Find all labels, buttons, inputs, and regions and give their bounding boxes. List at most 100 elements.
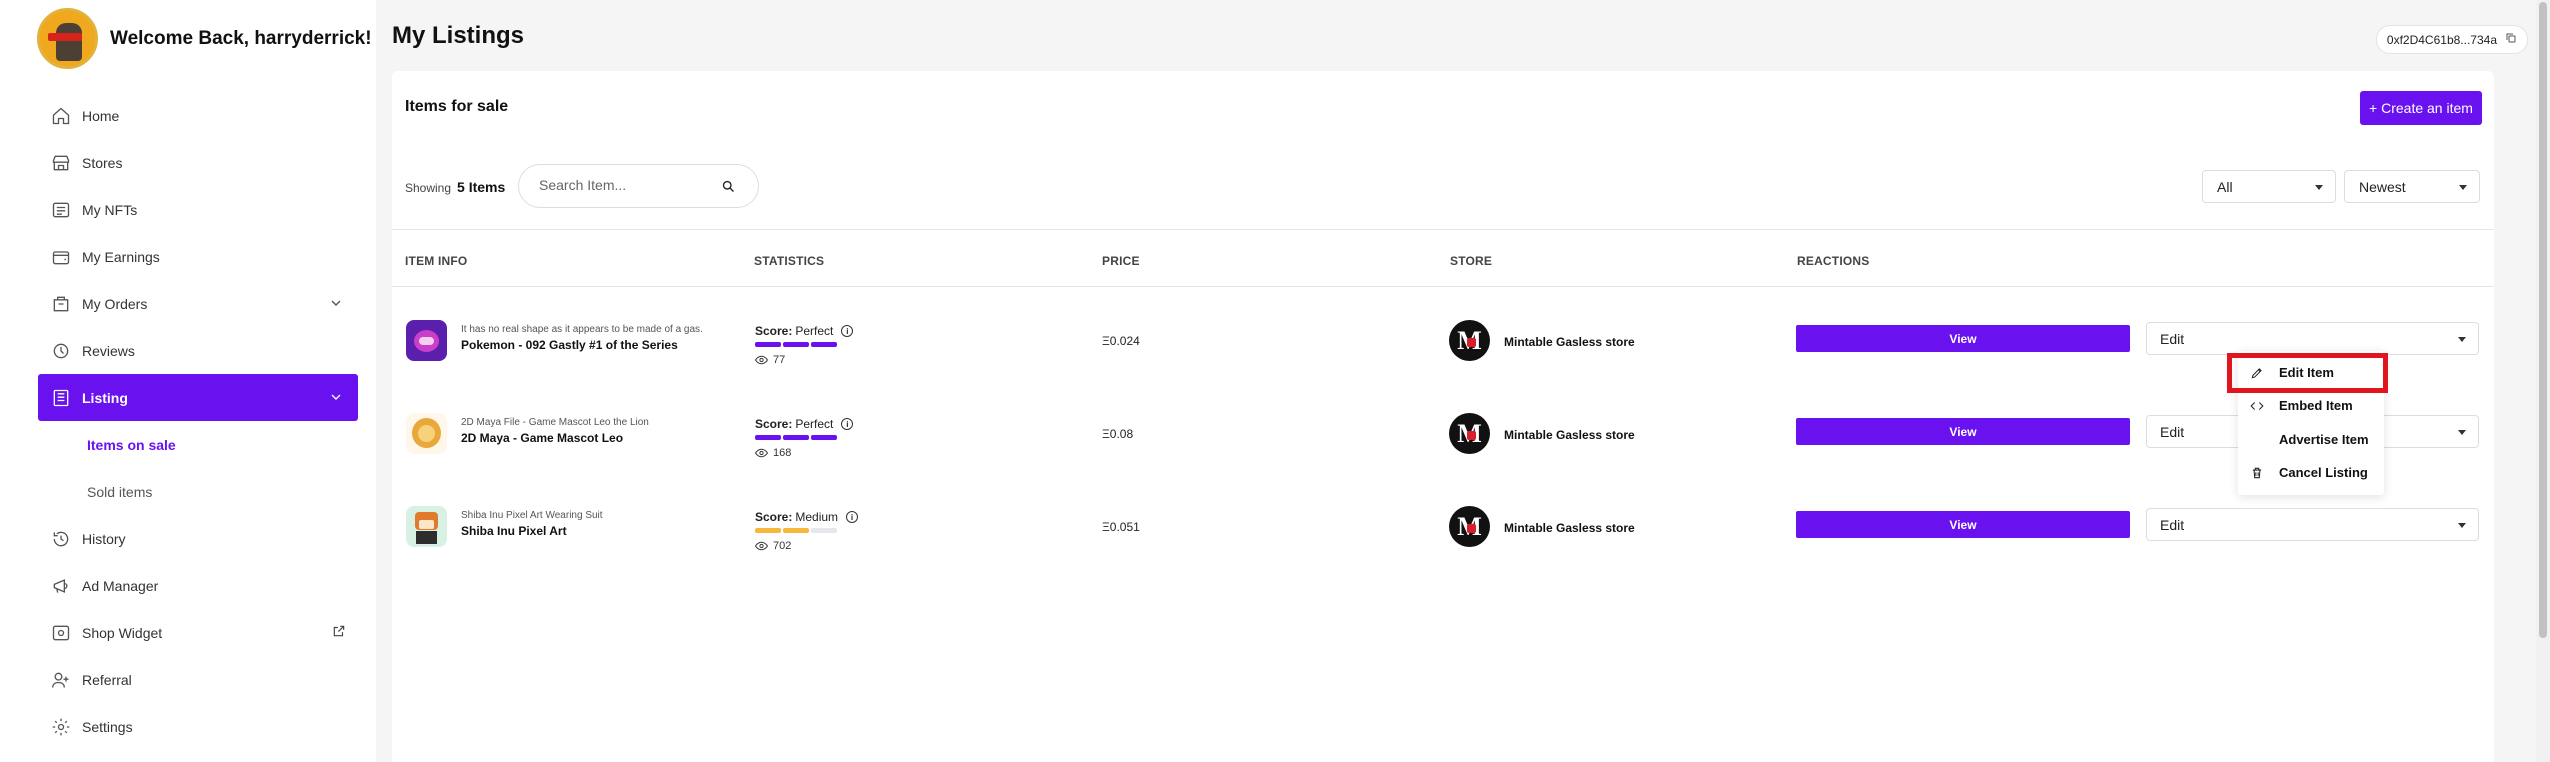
- score-prefix: Score:: [755, 324, 793, 338]
- scrollbar-thumb[interactable]: [2539, 2, 2547, 638]
- view-button[interactable]: View: [1796, 325, 2130, 352]
- trash-icon: [2250, 466, 2264, 480]
- info-icon[interactable]: i: [846, 511, 859, 523]
- item-name[interactable]: Pokemon - 092 Gastly #1 of the Series: [461, 338, 678, 352]
- avatar[interactable]: [37, 8, 98, 69]
- search-input[interactable]: [539, 177, 709, 193]
- menu-item-advertise-item[interactable]: Advertise Item: [2238, 423, 2384, 456]
- chevron-down-icon[interactable]: [328, 389, 344, 408]
- sidebar-item-listing[interactable]: Listing: [38, 374, 358, 421]
- menu-item-cancel-listing[interactable]: Cancel Listing: [2238, 456, 2384, 489]
- view-button[interactable]: View: [1796, 511, 2130, 538]
- info-icon[interactable]: i: [841, 325, 854, 337]
- score-bar-segment: [755, 342, 781, 347]
- referral-icon: [50, 669, 72, 691]
- sidebar-item-reviews[interactable]: Reviews: [38, 327, 358, 374]
- welcome-text: Welcome Back, harryderrick!: [110, 27, 372, 49]
- copy-icon[interactable]: [2505, 32, 2517, 47]
- views-count: 168: [755, 447, 791, 459]
- sidebar-item-label: Settings: [82, 718, 133, 735]
- listing-icon: [50, 387, 72, 409]
- sidebar-item-referral[interactable]: Referral: [38, 656, 358, 703]
- item-name[interactable]: 2D Maya - Game Mascot Leo: [461, 431, 623, 445]
- views-value: 77: [773, 354, 786, 366]
- views-value: 702: [773, 540, 792, 552]
- item-price: Ξ0.051: [1102, 520, 1140, 534]
- sidebar-item-label: My Orders: [82, 295, 148, 312]
- table-row: 2D Maya File - Game Mascot Leo the Lion …: [392, 380, 2494, 473]
- sort-select[interactable]: Newest: [2344, 170, 2480, 203]
- sidebar-item-label: Reviews: [82, 342, 135, 359]
- sidebar-item-shop-widget[interactable]: Shop Widget: [38, 609, 358, 656]
- sidebar-item-settings[interactable]: Settings: [38, 703, 358, 750]
- sidebar-subitem-sold-items[interactable]: Sold items: [38, 468, 358, 515]
- sidebar-item-label: My NFTs: [82, 201, 138, 218]
- menu-item-embed-item[interactable]: Embed Item: [2238, 389, 2384, 422]
- count-value: 5 Items: [457, 179, 506, 195]
- store-name[interactable]: Mintable Gasless store: [1504, 335, 1635, 349]
- item-description: 2D Maya File - Game Mascot Leo the Lion: [461, 417, 649, 428]
- score-bar-segment: [783, 342, 809, 347]
- store-logo[interactable]: M: [1449, 506, 1490, 547]
- create-item-button[interactable]: + Create an item: [2360, 91, 2482, 125]
- column-header-statistics: STATISTICS: [754, 254, 825, 268]
- gear-icon: [50, 716, 72, 738]
- store-name[interactable]: Mintable Gasless store: [1504, 521, 1635, 535]
- home-icon: [50, 105, 72, 127]
- history-icon: [50, 528, 72, 550]
- edit-value: Edit: [2160, 330, 2185, 347]
- caret-down-icon: [2315, 185, 2323, 190]
- item-thumbnail[interactable]: [406, 413, 447, 454]
- view-button[interactable]: View: [1796, 418, 2130, 445]
- sidebar-item-home[interactable]: Home: [38, 92, 358, 139]
- filter-value: All: [2217, 178, 2233, 195]
- score-bar-segment: [783, 435, 809, 440]
- column-header-item-info: ITEM INFO: [405, 254, 468, 268]
- edit-select[interactable]: Edit: [2146, 508, 2479, 541]
- showing-label: Showing: [405, 181, 452, 195]
- sidebar-item-label: Referral: [82, 671, 132, 688]
- score-label: Score: Perfect i: [755, 417, 854, 431]
- code-icon: [2250, 399, 2264, 413]
- item-description: Shiba Inu Pixel Art Wearing Suit: [461, 510, 603, 521]
- eye-icon: [755, 355, 768, 365]
- score-bar-segment: [783, 528, 809, 533]
- views-value: 168: [773, 447, 792, 459]
- profile-header: Welcome Back, harryderrick!: [37, 8, 372, 69]
- filter-select[interactable]: All: [2202, 170, 2336, 203]
- sidebar-item-history[interactable]: History: [38, 515, 358, 562]
- score-bar-segment: [755, 528, 781, 533]
- sidebar-item-ad-manager[interactable]: Ad Manager: [38, 562, 358, 609]
- sidebar-item-my-nfts[interactable]: My NFTs: [38, 186, 358, 233]
- scrollbar[interactable]: [2536, 0, 2550, 762]
- item-thumbnail[interactable]: [406, 320, 447, 361]
- info-icon[interactable]: i: [841, 418, 854, 430]
- store-name[interactable]: Mintable Gasless store: [1504, 428, 1635, 442]
- score-bar-segment: [811, 528, 837, 533]
- sidebar-item-stores[interactable]: Stores: [38, 139, 358, 186]
- table-row: It has no real shape as it appears to be…: [392, 287, 2494, 380]
- chevron-down-icon[interactable]: [328, 295, 344, 314]
- score-prefix: Score:: [755, 510, 793, 524]
- score-value: Medium: [795, 510, 839, 524]
- caret-down-icon: [2458, 523, 2466, 528]
- item-name[interactable]: Shiba Inu Pixel Art: [461, 524, 567, 538]
- search-icon[interactable]: [721, 179, 736, 199]
- sidebar-item-my-orders[interactable]: My Orders: [38, 280, 358, 327]
- store-logo[interactable]: M: [1449, 320, 1490, 361]
- sort-value: Newest: [2359, 178, 2406, 195]
- sidebar-item-my-earnings[interactable]: My Earnings: [38, 233, 358, 280]
- sidebar-item-label: Ad Manager: [82, 577, 159, 594]
- highlight-box: [2227, 353, 2388, 393]
- megaphone-icon: [50, 575, 72, 597]
- column-header-price: PRICE: [1102, 254, 1140, 268]
- page-title: My Listings: [392, 22, 525, 49]
- wallet-address-badge[interactable]: 0xf2D4C61b8...734a: [2375, 25, 2528, 54]
- menu-item-label: Embed Item: [2279, 398, 2353, 413]
- caret-down-icon: [2458, 430, 2466, 435]
- item-thumbnail[interactable]: [406, 506, 447, 547]
- external-link-icon[interactable]: [332, 624, 346, 641]
- store-logo[interactable]: M: [1449, 413, 1490, 454]
- listings-card: Items for sale + Create an item Showing 5…: [392, 71, 2494, 762]
- sidebar-subitem-items-on-sale[interactable]: Items on sale: [38, 421, 358, 468]
